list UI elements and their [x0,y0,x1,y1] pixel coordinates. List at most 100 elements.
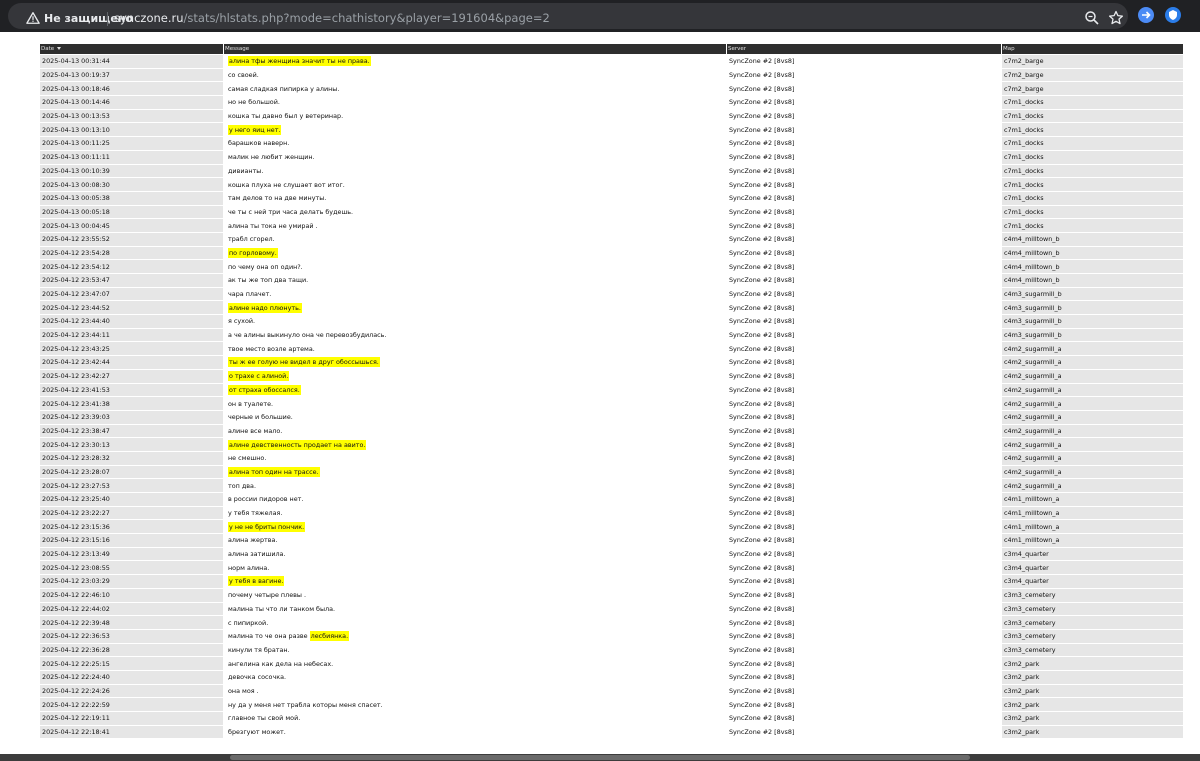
table-row: 2025-04-12 22:24:26 она моя . SyncZone #2 … [40,683,1183,698]
cell-date: 2025-04-12 23:55:52 [40,231,223,246]
column-header-server[interactable]: Server [726,44,1001,54]
cell-map: c3m2_park [1001,711,1183,725]
column-header-map[interactable]: Map [1001,44,1183,54]
cell-server: SyncZone #2 [8vs8] [726,218,1001,232]
bookmark-star-icon[interactable] [1108,10,1124,26]
table-row: 2025-04-12 23:15:16 алина жертва. SyncZone… [40,533,1183,547]
url-text[interactable]: synczone.ru/stats/hlstats.php?mode=chath… [114,10,550,26]
cell-message: норм алина. [223,560,726,575]
table-row: 2025-04-13 00:18:46 самая сладкая пипирка… [40,81,1183,96]
cell-server: SyncZone #2 [8vs8] [726,136,1001,150]
cell-server: SyncZone #2 [8vs8] [726,190,1001,205]
cell-message: девочка сосочка. [223,669,726,684]
cell-server: SyncZone #2 [8vs8] [726,95,1001,109]
cell-map: c3m2_park [1001,669,1183,684]
message-text: ак ты же топ два тащи. [228,276,309,285]
message-text: алине все мало. [228,426,283,435]
cell-message: не смешно. [223,450,726,465]
address-bar[interactable]: Не защищено synczone.ru/stats/hlstats.ph… [8,3,1128,29]
message-text: не смешно. [228,454,267,463]
cell-message: у тебя в вагине. [223,574,726,588]
cell-map: c3m4_quarter [1001,574,1183,588]
column-header-label: Date [41,46,55,52]
cell-map: c4m4_milltown_b [1001,259,1183,273]
message-text: че ты с ней три часа делать будешь. [228,207,354,216]
table-row: 2025-04-12 23:53:47 ак ты же топ два тащи… [40,273,1183,287]
table-header-row: Date Message Server Map [40,44,1183,54]
table-row: 2025-04-12 23:47:07 чара плачет. SyncZone … [40,286,1183,301]
message-text: самая сладкая пипирка у алины. [228,84,340,93]
cell-server: SyncZone #2 [8vs8] [726,492,1001,506]
message-text: алина затишила. [228,550,286,559]
cell-map: c7m1_docks [1001,190,1183,205]
cell-server: SyncZone #2 [8vs8] [726,382,1001,397]
extension-shield-icon[interactable] [1165,7,1181,23]
message-text: я сухой. [228,317,256,326]
zoom-icon[interactable] [1084,10,1100,26]
cell-map: c4m2_sugarmill_a [1001,382,1183,397]
cell-server: SyncZone #2 [8vs8] [726,259,1001,273]
cell-server: SyncZone #2 [8vs8] [726,368,1001,383]
highlighted-message-text: у не не бриты пончик. [228,521,306,532]
table-row: 2025-04-12 23:43:25 твое место возле арте… [40,341,1183,356]
cell-date: 2025-04-13 00:11:11 [40,149,223,164]
cell-map: c3m4_quarter [1001,546,1183,561]
cell-message: малина ты что ли танком была. [223,601,726,616]
cell-map: c4m2_sugarmill_a [1001,409,1183,424]
cell-server: SyncZone #2 [8vs8] [726,533,1001,547]
cell-date: 2025-04-12 23:41:53 [40,382,223,397]
message-text: малина ты что ли танком была. [228,604,336,613]
cell-date: 2025-04-12 23:39:03 [40,409,223,424]
highlighted-message-text: алина топ один на трассе. [228,466,320,477]
table-row: 2025-04-12 22:39:48 с пипиркой. SyncZone #… [40,615,1183,629]
cell-date: 2025-04-12 23:08:55 [40,560,223,575]
table-row: 2025-04-12 23:44:52 алине надо плюнуть. Sy… [40,300,1183,315]
column-header-date[interactable]: Date [40,44,223,54]
cell-server: SyncZone #2 [8vs8] [726,450,1001,465]
highlighted-message-text: алине девственность продает на авито. [228,439,367,450]
column-header-message[interactable]: Message [223,44,726,54]
highlighted-message-text: алине надо плюнуть. [228,302,302,313]
cell-server: SyncZone #2 [8vs8] [726,245,1001,260]
cell-server: SyncZone #2 [8vs8] [726,409,1001,424]
cell-date: 2025-04-12 23:13:49 [40,546,223,561]
cell-map: c3m4_quarter [1001,560,1183,575]
cell-date: 2025-04-12 23:28:07 [40,464,223,479]
table-row: 2025-04-13 00:13:53 кошка ты давно был у … [40,108,1183,123]
horizontal-scrollbar[interactable] [0,754,1200,761]
cell-date: 2025-04-12 23:15:16 [40,533,223,547]
cell-message: кошка плуха не слушает вот итог. [223,177,726,191]
message-text: она моя . [228,686,259,695]
cell-date: 2025-04-12 22:24:40 [40,669,223,684]
cell-date: 2025-04-12 23:03:29 [40,574,223,588]
cell-message: алина жертва. [223,533,726,547]
message-text: топ два. [228,481,256,490]
cell-map: c4m4_milltown_b [1001,245,1183,260]
cell-server: SyncZone #2 [8vs8] [726,177,1001,191]
cell-map: c3m2_park [1001,683,1183,698]
cell-message: алина затишила. [223,546,726,561]
cell-message: дивианты. [223,163,726,178]
cell-server: SyncZone #2 [8vs8] [726,601,1001,616]
extension-arrow-icon[interactable] [1138,7,1154,23]
column-header-label: Map [1003,46,1015,52]
table-row: 2025-04-12 23:28:32 не смешно. SyncZone #2… [40,450,1183,465]
message-text: алина жертва. [228,536,278,545]
cell-date: 2025-04-13 00:19:37 [40,67,223,82]
cell-map: c7m1_docks [1001,177,1183,191]
cell-date: 2025-04-12 22:36:28 [40,642,223,657]
scrollbar-thumb[interactable] [230,755,970,760]
cell-message: она моя . [223,683,726,698]
table-row: 2025-04-12 23:25:40 в россии пидоров нет.… [40,492,1183,506]
cell-server: SyncZone #2 [8vs8] [726,560,1001,575]
cell-message: брезгуют может. [223,724,726,739]
cell-server: SyncZone #2 [8vs8] [726,628,1001,643]
cell-server: SyncZone #2 [8vs8] [726,437,1001,451]
table-row: 2025-04-12 22:25:15 ангелина как дела на … [40,656,1183,670]
cell-map: c4m2_sugarmill_a [1001,396,1183,410]
table-row: 2025-04-12 23:30:13 алине девственность п… [40,437,1183,451]
table-row: 2025-04-12 23:44:11 а че алины выкинуло о… [40,327,1183,342]
highlighted-message-text: алина тфы женщина значит ты не права. [228,56,371,67]
message-text: по чему она оп один?. [228,262,303,271]
cell-date: 2025-04-12 22:19:11 [40,711,223,725]
